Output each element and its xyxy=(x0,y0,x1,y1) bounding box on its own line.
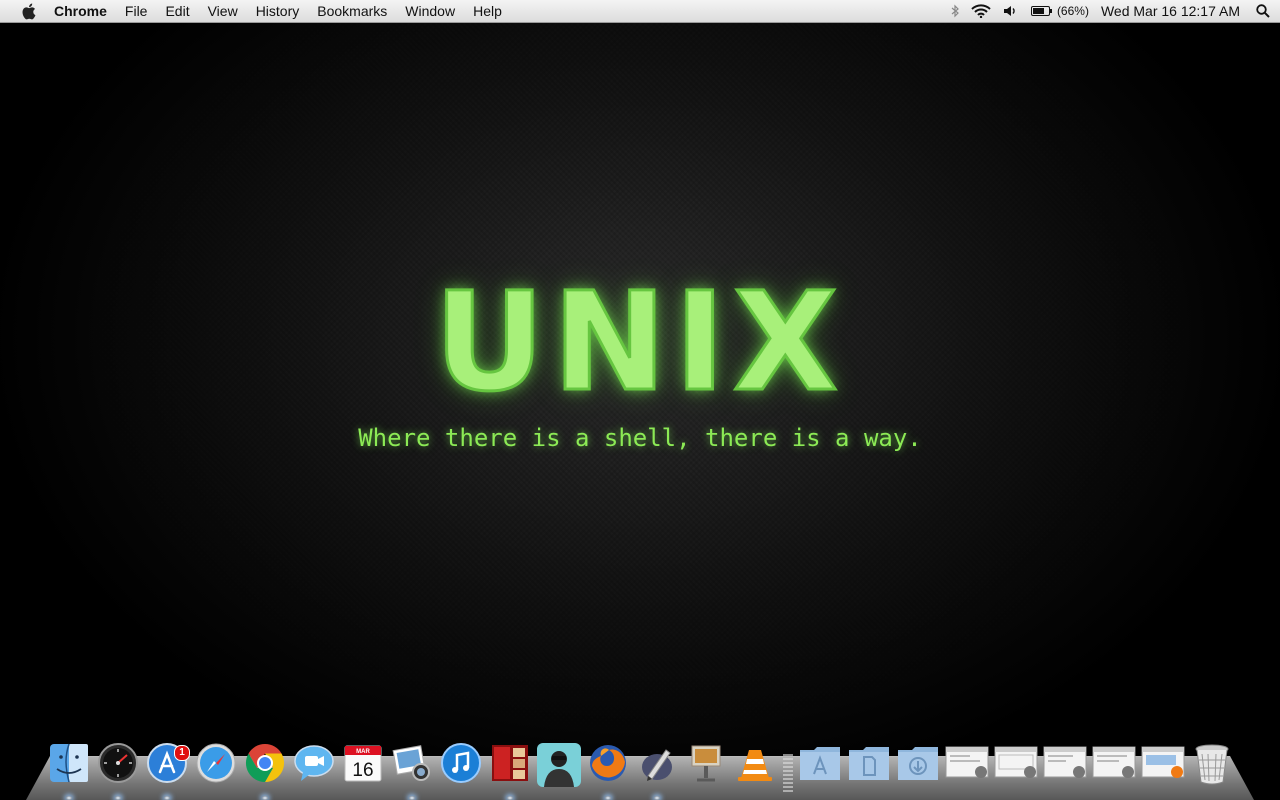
apple-menu-icon[interactable] xyxy=(18,0,38,22)
running-indicator xyxy=(66,796,72,800)
running-indicator xyxy=(507,796,513,800)
downloads-folder-icon[interactable] xyxy=(895,742,941,794)
dashboard-icon[interactable] xyxy=(95,742,141,800)
menu-history[interactable]: History xyxy=(247,0,309,22)
ical-day: 16 xyxy=(352,760,373,781)
menu-file[interactable]: File xyxy=(116,0,157,22)
menu-clock[interactable]: Wed Mar 16 12:17 AM xyxy=(1101,3,1240,19)
running-indicator xyxy=(262,796,268,800)
menu-help[interactable]: Help xyxy=(464,0,511,22)
app-store-icon[interactable]: 1 xyxy=(144,742,190,800)
wifi-icon[interactable] xyxy=(971,0,991,22)
running-indicator xyxy=(654,796,660,800)
menu-bar: Chrome File Edit View History Bookmarks … xyxy=(0,0,1280,23)
firefox-icon[interactable] xyxy=(585,742,631,800)
ichat-icon[interactable] xyxy=(291,742,337,794)
chrome-icon[interactable] xyxy=(242,742,288,800)
documents-folder-icon[interactable] xyxy=(846,742,892,794)
wallpaper-title: UNIX xyxy=(433,264,846,422)
safari-icon[interactable] xyxy=(193,742,239,794)
minimized-window-firefox-icon[interactable] xyxy=(1140,742,1186,794)
dock: 1 MAR 16 xyxy=(46,734,1238,800)
ical-icon[interactable]: MAR 16 xyxy=(340,742,386,794)
wallpaper-tagline: Where there is a shell, there is a way. xyxy=(358,424,922,452)
battery-icon[interactable]: (66%) xyxy=(1030,0,1089,22)
running-indicator xyxy=(164,796,170,800)
minimized-window-icon[interactable] xyxy=(993,742,1039,794)
menu-edit[interactable]: Edit xyxy=(156,0,198,22)
notification-badge: 1 xyxy=(174,745,190,761)
keynote-icon[interactable] xyxy=(683,742,729,794)
ical-month: MAR xyxy=(356,749,370,755)
iphoto-icon[interactable] xyxy=(389,742,435,800)
volume-icon[interactable] xyxy=(1003,0,1019,22)
dock-separator xyxy=(783,754,793,794)
hacker-avatar-app-icon[interactable] xyxy=(536,742,582,794)
applications-folder-icon[interactable] xyxy=(797,742,843,794)
minimized-window-icon[interactable] xyxy=(1091,742,1137,794)
finder-icon[interactable] xyxy=(46,742,92,800)
minimized-window-icon[interactable] xyxy=(1042,742,1088,794)
photo-booth-icon[interactable] xyxy=(487,742,533,800)
running-indicator xyxy=(605,796,611,800)
trash-icon[interactable] xyxy=(1189,742,1235,794)
itunes-icon[interactable] xyxy=(438,742,484,794)
vlc-icon[interactable] xyxy=(732,742,778,794)
menu-app-chrome[interactable]: Chrome xyxy=(52,0,116,22)
running-indicator xyxy=(115,796,121,800)
spotlight-search-icon[interactable] xyxy=(1256,0,1270,22)
running-indicator xyxy=(409,796,415,800)
menu-window[interactable]: Window xyxy=(396,0,464,22)
bluetooth-icon[interactable] xyxy=(951,0,959,22)
minimized-window-icon[interactable] xyxy=(944,742,990,794)
pen-app-icon[interactable] xyxy=(634,742,680,800)
desktop: Chrome File Edit View History Bookmarks … xyxy=(0,0,1280,800)
battery-percent: (66%) xyxy=(1056,4,1089,18)
menu-bookmarks[interactable]: Bookmarks xyxy=(308,0,396,22)
menu-view[interactable]: View xyxy=(199,0,247,22)
